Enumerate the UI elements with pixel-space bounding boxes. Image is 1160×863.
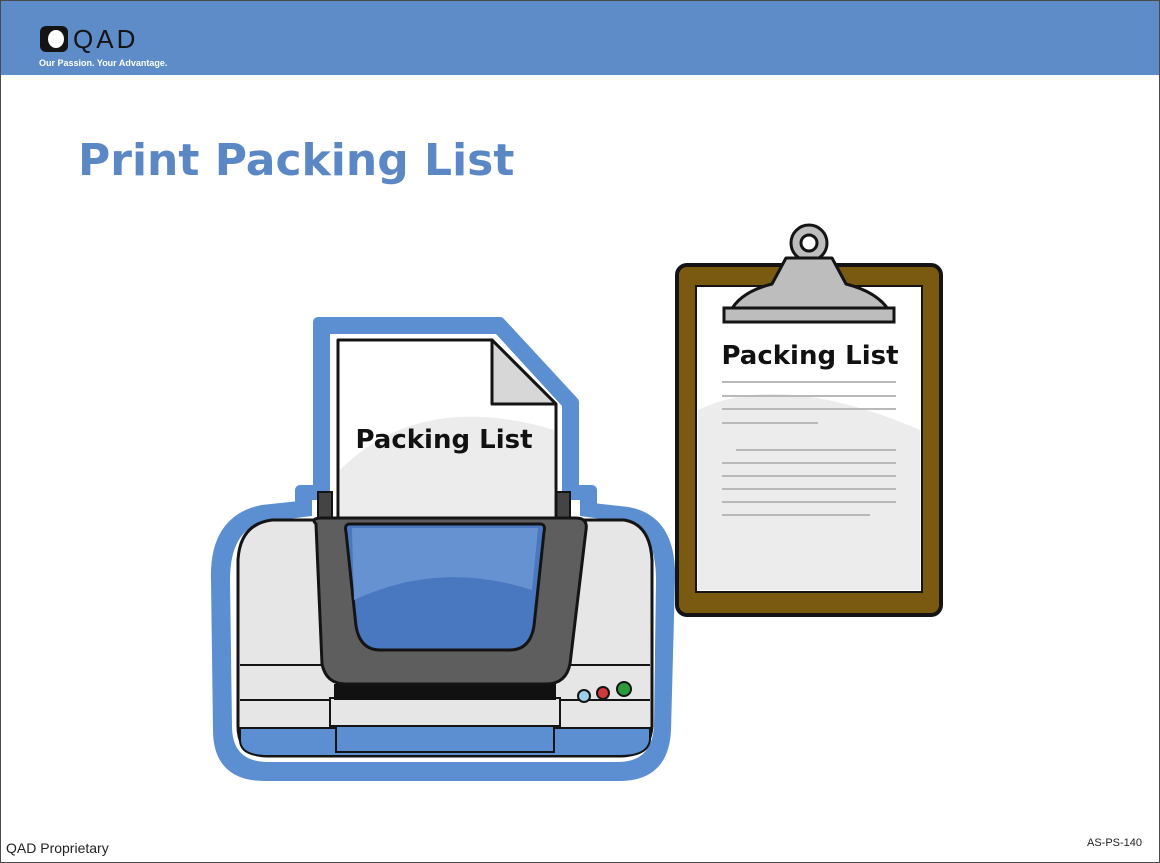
- footer-proprietary: QAD Proprietary: [6, 840, 109, 856]
- clipboard-label: Packing List: [721, 341, 898, 371]
- printer-icon: Packing List: [210, 317, 676, 781]
- illustration: Packing List Packing List: [210, 223, 943, 781]
- clipboard-icon: Packing List: [675, 223, 943, 617]
- printed-page-label: Packing List: [355, 425, 532, 455]
- slide-code: AS-PS-140: [1087, 837, 1143, 849]
